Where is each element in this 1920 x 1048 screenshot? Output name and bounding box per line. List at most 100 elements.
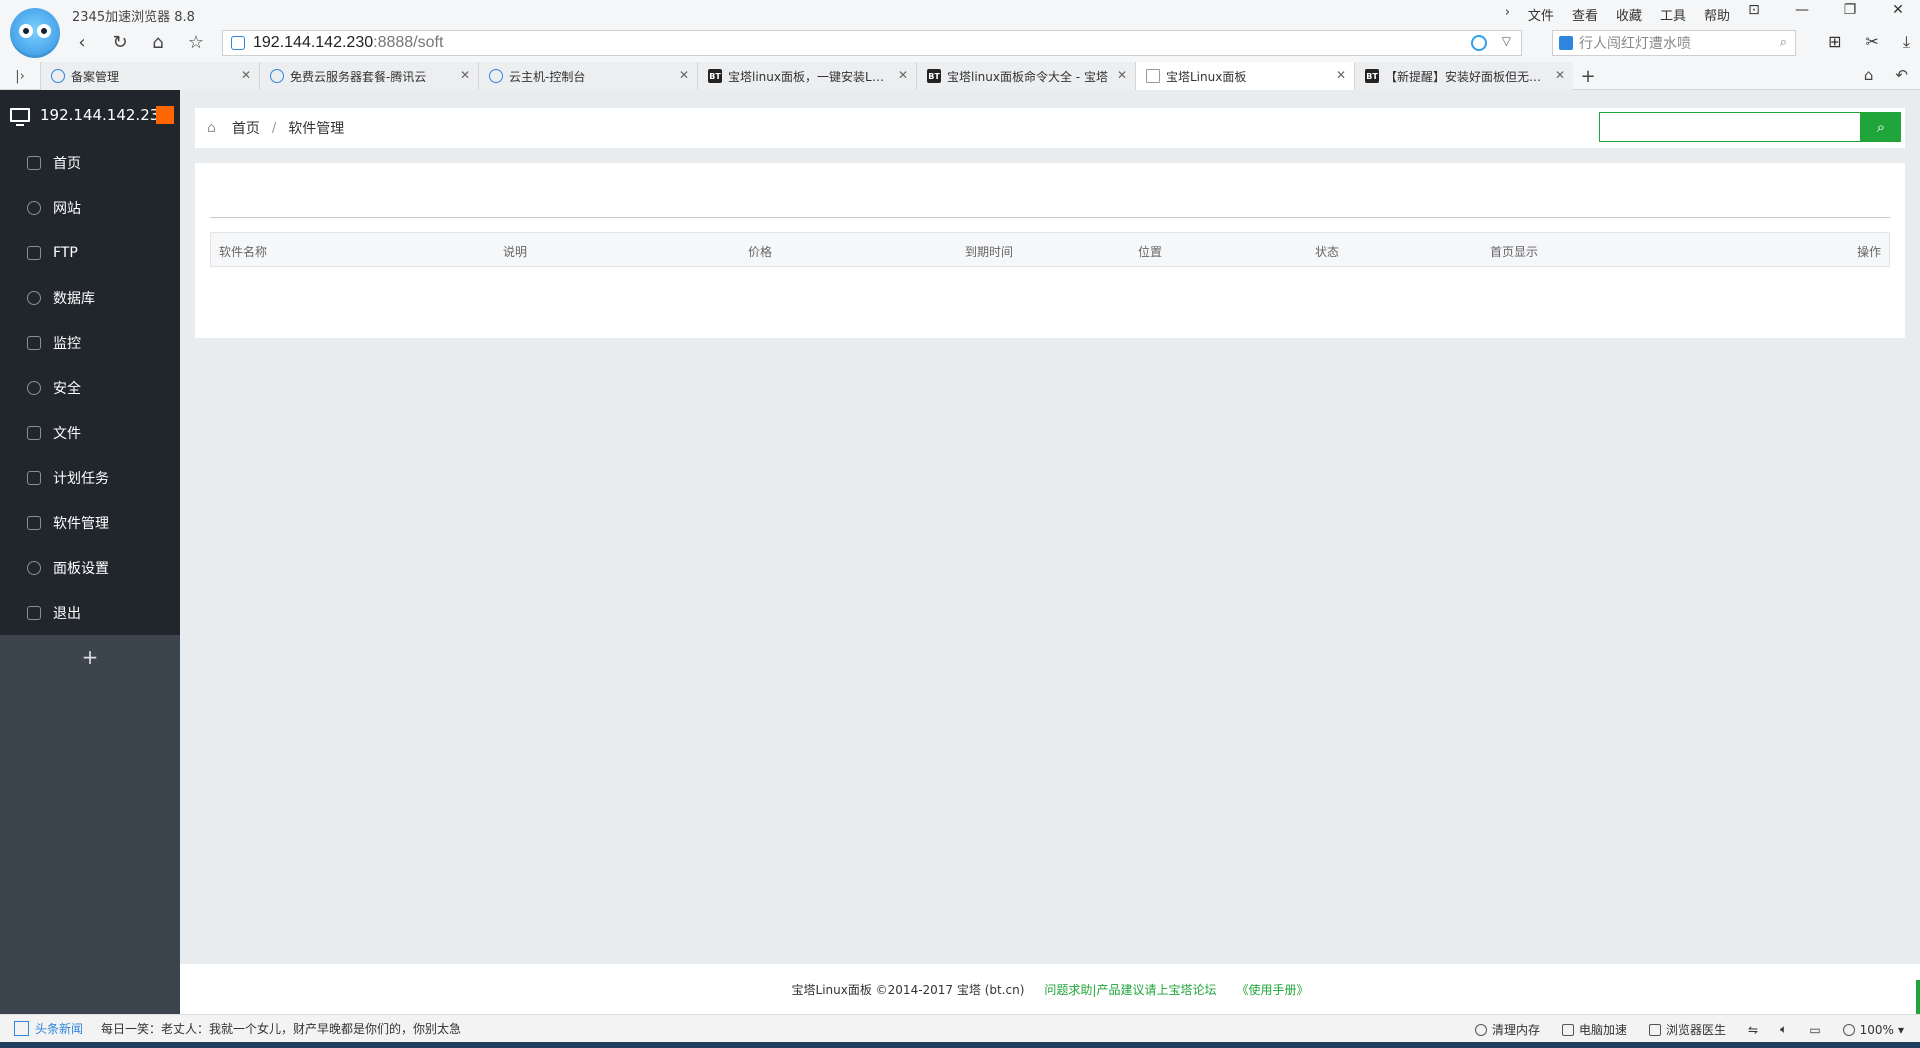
column-header-price[interactable]: 价格 (748, 243, 772, 260)
column-header-status[interactable]: 状态 (1315, 243, 1339, 260)
sidebar-item-files[interactable]: 文件 (0, 410, 180, 455)
menu-tools[interactable]: 工具 (1660, 5, 1686, 24)
ie-mode-icon[interactable] (1471, 35, 1487, 51)
monitor-icon (27, 335, 41, 350)
bookmark-icon[interactable]: ⌂ (1864, 66, 1874, 84)
menu-view[interactable]: 查看 (1572, 5, 1598, 24)
tab-close-icon[interactable]: ✕ (1555, 68, 1565, 82)
grid-icon (27, 515, 41, 530)
fullscreen-icon[interactable]: ▭ (1809, 1023, 1820, 1037)
search-engine-icon[interactable] (1559, 36, 1573, 50)
sidebar-item-home[interactable]: 首页 (0, 140, 180, 185)
search-icon: ⌕ (1876, 118, 1886, 136)
browser-logo-icon (10, 8, 60, 58)
column-header-description[interactable]: 说明 (503, 243, 527, 260)
tab-tencent-cloud[interactable]: 免费云服务器套餐-腾讯云 ✕ (259, 62, 478, 90)
sidebar-item-ftp[interactable]: FTP (0, 230, 180, 275)
back-button[interactable]: ‹ (70, 30, 94, 54)
menu-chevron-icon[interactable]: › (1505, 5, 1510, 24)
tab-bt-panel[interactable]: 宝塔Linux面板 ✕ (1135, 62, 1354, 90)
browser-tool-icons: ⊞ ✂ ⤓ (1828, 32, 1910, 52)
menu-help[interactable]: 帮助 (1704, 5, 1730, 24)
tab-close-icon[interactable]: ✕ (1117, 68, 1127, 82)
cloud-icon (270, 69, 284, 83)
tab-close-icon[interactable]: ✕ (1336, 68, 1346, 82)
status-badge[interactable] (156, 106, 174, 124)
browser-doctor-button[interactable]: 浏览器医生 (1649, 1021, 1726, 1038)
undo-close-icon[interactable]: ↶ (1895, 66, 1908, 84)
software-search-input[interactable] (1599, 112, 1861, 142)
navigation-buttons: ‹ ↻ ⌂ ☆ (70, 30, 208, 54)
skin-icon[interactable]: ⊡ (1742, 2, 1766, 18)
home-icon[interactable]: ⌂ (207, 120, 216, 136)
software-table-header: 软件名称 说明 价格 到期时间 位置 状态 首页显示 操作 (210, 232, 1890, 267)
menu-favorites[interactable]: 收藏 (1616, 5, 1642, 24)
column-header-homepage-display[interactable]: 首页显示 (1490, 243, 1538, 260)
home-button[interactable]: ⌂ (146, 30, 170, 54)
zoom-dropdown-icon[interactable]: ▾ (1898, 1023, 1904, 1037)
sidebar-item-database[interactable]: 数据库 (0, 275, 180, 320)
tab-close-icon[interactable]: ✕ (679, 68, 689, 82)
clean-memory-button[interactable]: 清理内存 (1475, 1021, 1540, 1038)
scroll-indicator (1916, 980, 1920, 1014)
breadcrumb-home[interactable]: 首页 (232, 118, 260, 138)
new-tab-button[interactable]: + (1573, 62, 1603, 90)
close-window-button[interactable]: ✕ (1886, 2, 1910, 18)
tab-close-icon[interactable]: ✕ (460, 68, 470, 82)
minimize-button[interactable]: — (1790, 2, 1814, 18)
tab-bt-install[interactable]: BT 宝塔linux面板，一键安装LAMP ✕ (697, 62, 916, 90)
browser-title: 2345加速浏览器 8.8 (72, 10, 195, 25)
sidebar-item-cron[interactable]: 计划任务 (0, 455, 180, 500)
browser-statusbar: 头条新闻 每日一笑：老丈人：我就一个女儿，财产早晚都是你们的，你别太急 清理内存… (0, 1014, 1920, 1042)
shield-icon (27, 380, 41, 395)
news-button[interactable]: 头条新闻 (14, 1020, 83, 1037)
add-shortcut-button[interactable]: + (0, 635, 180, 679)
sidebar-nav: 首页 网站 FTP 数据库 监控 安全 文件 计划任务 软件管理 面板设置 退出 (0, 140, 180, 635)
tab-beian[interactable]: 备案管理 ✕ (40, 62, 259, 90)
favorite-star-button[interactable]: ☆ (184, 30, 208, 54)
scissors-icon[interactable]: ✂ (1866, 32, 1879, 52)
apps-grid-icon[interactable]: ⊞ (1828, 32, 1841, 52)
restore-button[interactable]: ❐ (1838, 2, 1862, 18)
bt-icon: BT (708, 69, 722, 83)
sidebar-item-settings[interactable]: 面板设置 (0, 545, 180, 590)
column-header-expiry[interactable]: 到期时间 (965, 243, 1013, 260)
browser-search-box[interactable]: 行人闯红灯遭水喷 ⌕ (1552, 30, 1796, 56)
address-dropdown-icon[interactable]: ▽ (1502, 34, 1511, 48)
browser-chrome: 2345加速浏览器 8.8 › 文件 查看 收藏 工具 帮助 ⊡ — ❐ ✕ ‹… (0, 0, 1920, 90)
column-header-location[interactable]: 位置 (1138, 243, 1162, 260)
sidebar-item-monitor[interactable]: 监控 (0, 320, 180, 365)
tab-bt-commands[interactable]: BT 宝塔linux面板命令大全 - 宝塔 ✕ (916, 62, 1135, 90)
ftp-icon (27, 245, 41, 260)
tab-console[interactable]: 云主机-控制台 ✕ (478, 62, 697, 90)
tab-bar: |› 备案管理 ✕ 免费云服务器套餐-腾讯云 ✕ 云主机-控制台 ✕ BT 宝塔… (0, 62, 1920, 90)
pc-speedup-button[interactable]: 电脑加速 (1562, 1021, 1627, 1038)
server-ip: 192.144.142.230 (40, 106, 169, 124)
manual-link[interactable]: 《使用手册》 (1236, 981, 1308, 998)
proxy-icon[interactable]: ⇋ (1748, 1023, 1758, 1037)
address-bar[interactable]: 192.144.142.230 :8888/soft ▽ (222, 30, 1522, 56)
zoom-control[interactable]: 100% ▾ (1842, 1023, 1904, 1037)
sidebar-toggle-icon[interactable]: |› (0, 62, 40, 90)
breadcrumb-separator: / (271, 120, 277, 136)
volume-icon[interactable]: 🔈︎ (1780, 1022, 1787, 1037)
tab-close-icon[interactable]: ✕ (898, 68, 908, 82)
gear-icon (27, 560, 41, 575)
news-ticker[interactable]: 每日一笑：老丈人：我就一个女儿，财产早晚都是你们的，你别太急 (101, 1020, 461, 1037)
database-icon (27, 290, 41, 305)
sidebar-item-software[interactable]: 软件管理 (0, 500, 180, 545)
tab-bt-forum[interactable]: BT 【新提醒】安装好面板但无响应 ✕ (1354, 62, 1573, 90)
search-button[interactable]: ⌕ (1861, 112, 1901, 142)
refresh-button[interactable]: ↻ (108, 30, 132, 54)
sidebar-item-security[interactable]: 安全 (0, 365, 180, 410)
globe-icon (27, 200, 41, 215)
search-icon[interactable]: ⌕ (1780, 35, 1787, 50)
sidebar-item-logout[interactable]: 退出 (0, 590, 180, 635)
sidebar-item-website[interactable]: 网站 (0, 185, 180, 230)
browser-search-placeholder: 行人闯红灯遭水喷 (1579, 36, 1691, 52)
download-icon[interactable]: ⤓ (1903, 32, 1910, 52)
column-header-name[interactable]: 软件名称 (219, 243, 267, 260)
menu-file[interactable]: 文件 (1528, 5, 1554, 24)
forum-link[interactable]: 问题求助|产品建议请上宝塔论坛 (1044, 981, 1216, 998)
tab-close-icon[interactable]: ✕ (241, 68, 251, 82)
